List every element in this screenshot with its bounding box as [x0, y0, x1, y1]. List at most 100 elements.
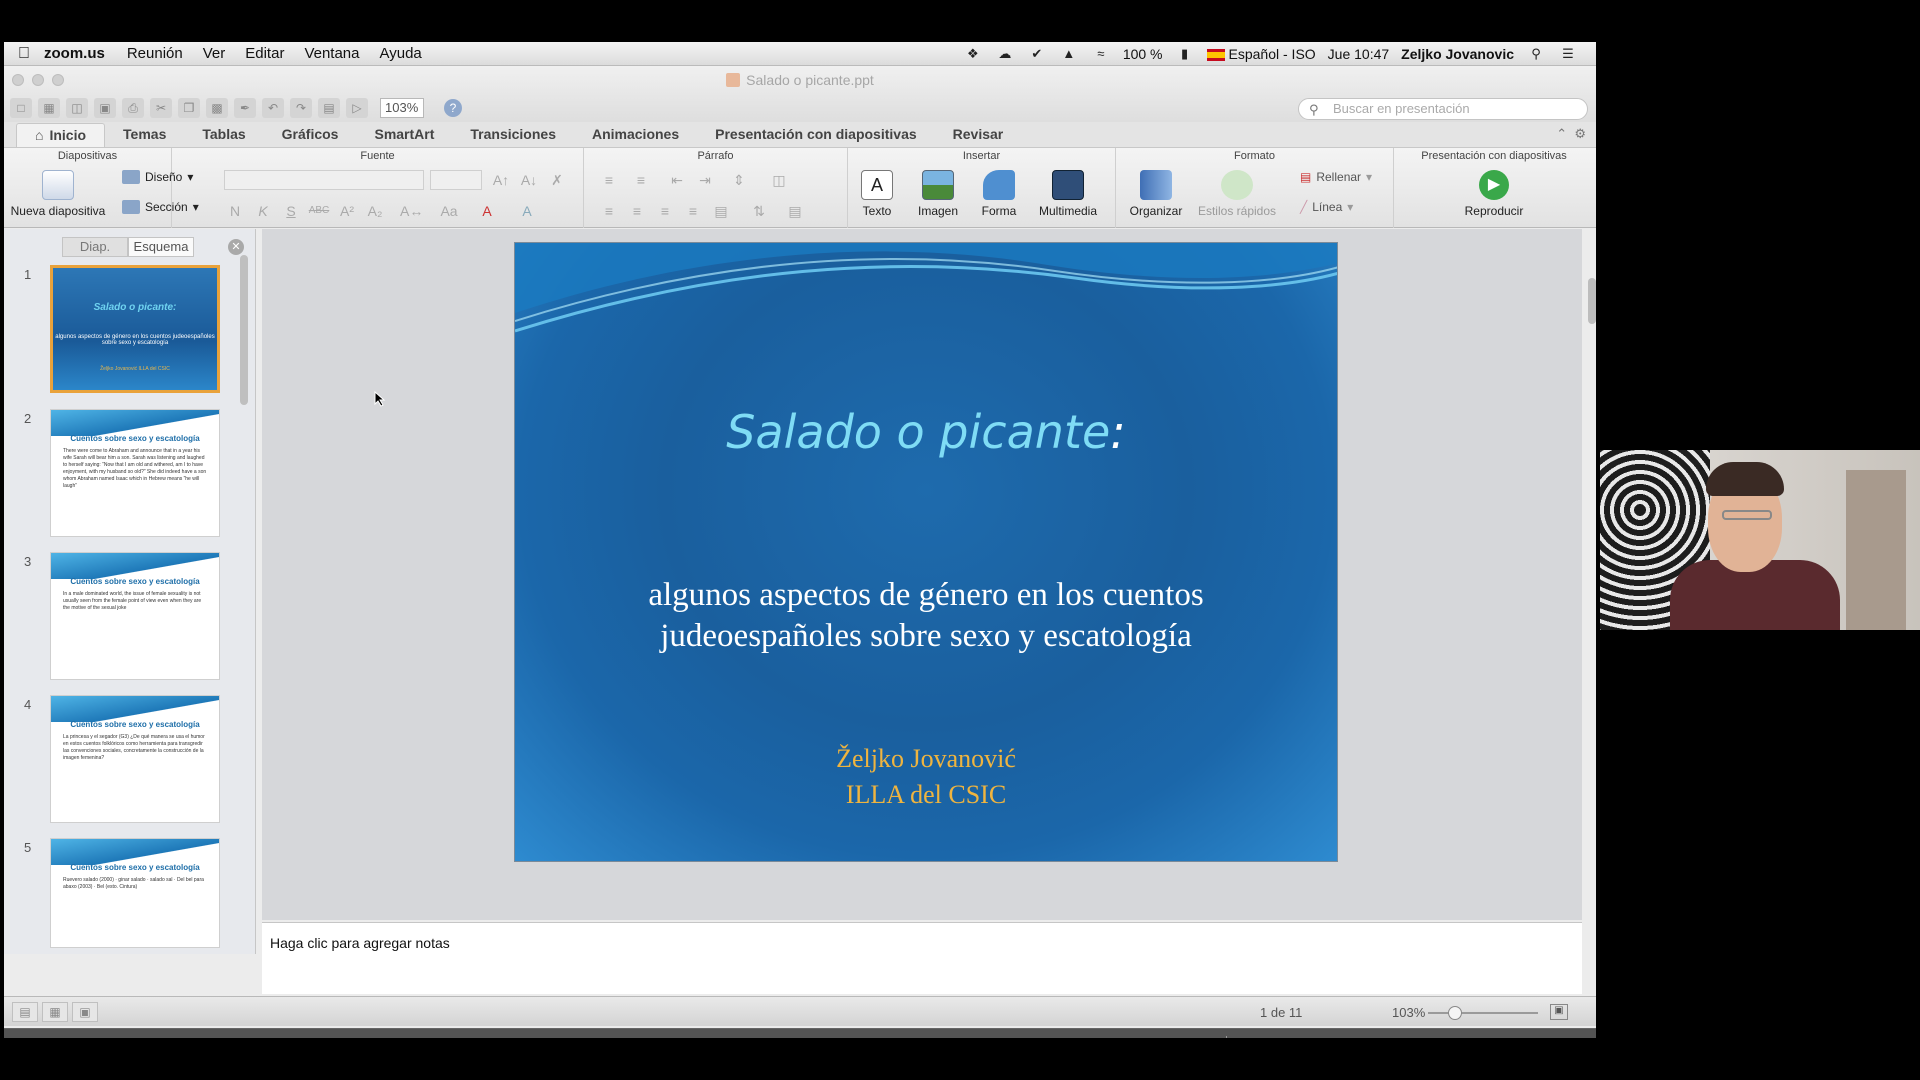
normal-view-button[interactable]: ▤: [12, 1002, 38, 1022]
text-effects-icon[interactable]: A: [516, 202, 538, 220]
underline-button[interactable]: S: [280, 202, 302, 220]
menu-ventana[interactable]: Ventana: [304, 45, 359, 62]
format-painter-icon[interactable]: ✒: [234, 98, 256, 118]
new-icon[interactable]: □: [10, 98, 32, 118]
itunes-icon[interactable]: [739, 1037, 771, 1038]
clear-format-icon[interactable]: ✗: [546, 171, 568, 189]
tab-tablas[interactable]: Tablas: [184, 123, 263, 147]
align-right-icon[interactable]: ≡: [654, 202, 676, 220]
battery-percent[interactable]: 100 %: [1123, 46, 1163, 62]
editor-scroll-thumb[interactable]: [1588, 278, 1596, 324]
undo-icon[interactable]: ↶: [262, 98, 284, 118]
photos-icon[interactable]: [554, 1037, 586, 1038]
numbering-icon[interactable]: ≡: [630, 171, 652, 189]
bold-button[interactable]: N: [224, 202, 246, 220]
clock[interactable]: Jue 10:47: [1328, 46, 1390, 62]
play-slideshow-button[interactable]: ▶ Reproducir: [1446, 170, 1542, 218]
safari-icon[interactable]: [369, 1037, 401, 1038]
firefox-icon[interactable]: [147, 1037, 179, 1038]
system-preferences-icon[interactable]: [813, 1037, 845, 1038]
panel-scrollbar[interactable]: [240, 255, 248, 405]
current-slide[interactable]: Salado o picante: algunos aspectos de gé…: [514, 242, 1338, 862]
textedit-icon[interactable]: [1109, 1037, 1141, 1038]
sync-icon[interactable]: [1146, 1037, 1178, 1038]
slide-thumbnail[interactable]: Cuentos sobre sexo y escatología In a ma…: [50, 552, 220, 680]
insert-image-button[interactable]: Imagen: [914, 170, 962, 218]
arrange-button[interactable]: Organizar: [1126, 170, 1186, 218]
insert-text-button[interactable]: A Texto: [854, 170, 900, 218]
tab-presentacion[interactable]: Presentación con diapositivas: [697, 123, 935, 147]
finder-icon[interactable]: [36, 1037, 68, 1038]
chrome-icon[interactable]: [184, 1037, 216, 1038]
slide-thumbnail[interactable]: Salado o picante: algunos aspectos de gé…: [50, 265, 220, 393]
zoom-slider-knob[interactable]: [1448, 1006, 1462, 1020]
font-name-select[interactable]: [224, 170, 424, 190]
slide-thumbnail[interactable]: Cuentos sobre sexo y escatología La prin…: [50, 695, 220, 823]
bullets-icon[interactable]: ≡: [598, 171, 620, 189]
tab-outline[interactable]: Esquema: [128, 237, 194, 257]
strikethrough-button[interactable]: ABC: [308, 202, 330, 220]
tab-revisar[interactable]: Revisar: [935, 123, 1022, 147]
skype-icon[interactable]: [221, 1037, 253, 1038]
slide-subtitle[interactable]: algunos aspectos de género en los cuento…: [515, 575, 1337, 657]
battery-icon[interactable]: ▮: [1175, 46, 1195, 62]
tab-animaciones[interactable]: Animaciones: [574, 123, 697, 147]
align-left-icon[interactable]: ≡: [598, 202, 620, 220]
fit-to-window-icon[interactable]: ▣: [1550, 1004, 1568, 1020]
notification-center-icon[interactable]: ☰: [1558, 46, 1578, 62]
justify-icon[interactable]: ≡: [682, 202, 704, 220]
insert-textbox-icon[interactable]: ▤: [318, 98, 340, 118]
tab-slides[interactable]: Diap.: [62, 237, 128, 257]
close-panel-icon[interactable]: ✕: [228, 239, 244, 255]
ribbon-collapse-icon[interactable]: ⌃ ⚙: [1556, 123, 1596, 147]
zoom-slider-track[interactable]: [1428, 1012, 1538, 1014]
calendar-icon[interactable]: [406, 1037, 438, 1038]
notebook-icon[interactable]: [332, 1037, 364, 1038]
distribute-icon[interactable]: ▤: [710, 202, 732, 220]
user-name[interactable]: Zeljko Jovanovic: [1401, 46, 1514, 62]
slide-sorter-button[interactable]: ▦: [42, 1002, 68, 1022]
trash-icon[interactable]: [1497, 1037, 1529, 1038]
paste-icon[interactable]: ▩: [206, 98, 228, 118]
notes-pane[interactable]: Haga clic para agregar notas: [262, 922, 1582, 994]
italic-button[interactable]: K: [252, 202, 274, 220]
document-stack-icon[interactable]: [1312, 1037, 1344, 1038]
text-direction-icon[interactable]: ⇅: [748, 202, 770, 220]
terminal-icon[interactable]: [1072, 1037, 1104, 1038]
save-icon[interactable]: ▣: [94, 98, 116, 118]
character-spacing-icon[interactable]: A↔: [400, 202, 423, 220]
templates-icon[interactable]: ▦: [38, 98, 60, 118]
subscript-button[interactable]: A₂: [364, 202, 386, 220]
increase-indent-icon[interactable]: ⇥: [694, 171, 716, 189]
copy-icon[interactable]: ❐: [178, 98, 200, 118]
menu-ayuda[interactable]: Ayuda: [380, 45, 422, 62]
font-color-icon[interactable]: A: [476, 202, 498, 220]
presentation-search-input[interactable]: ⚲ Buscar en presentación: [1298, 98, 1588, 120]
zoom-icon[interactable]: [1183, 1037, 1215, 1038]
language-indicator[interactable]: Español - ISO: [1206, 46, 1316, 62]
numbers-icon[interactable]: [665, 1037, 697, 1038]
siri-icon[interactable]: [73, 1037, 105, 1038]
app-store-icon[interactable]: [776, 1037, 808, 1038]
maps-icon[interactable]: [517, 1037, 549, 1038]
menu-editar[interactable]: Editar: [245, 45, 284, 62]
quick-styles-button[interactable]: Estilos rápidos: [1194, 170, 1280, 218]
reminders-icon[interactable]: [480, 1037, 512, 1038]
preview-icon[interactable]: [295, 1037, 327, 1038]
document-stack-icon[interactable]: [1386, 1037, 1418, 1038]
document-stack-icon[interactable]: [1460, 1037, 1492, 1038]
menu-app-name[interactable]: zoom.us: [44, 45, 105, 62]
messages-icon[interactable]: [591, 1037, 623, 1038]
grow-font-icon[interactable]: A↑: [490, 171, 512, 189]
decrease-indent-icon[interactable]: ⇤: [666, 171, 688, 189]
document-stack-icon[interactable]: [1275, 1037, 1307, 1038]
tab-inicio[interactable]: ⌂ Inicio: [16, 123, 106, 147]
word-icon[interactable]: [924, 1037, 956, 1038]
slide-author-block[interactable]: Željko Jovanović ILLA del CSIC: [515, 741, 1337, 813]
document-stack-icon[interactable]: [1423, 1037, 1455, 1038]
menu-ver[interactable]: Ver: [203, 45, 226, 62]
insert-media-button[interactable]: Multimedia: [1032, 170, 1104, 218]
new-slide-button[interactable]: Nueva diapositiva: [10, 170, 106, 218]
user-icon[interactable]: ▲: [1059, 46, 1079, 62]
cut-icon[interactable]: ✂: [150, 98, 172, 118]
